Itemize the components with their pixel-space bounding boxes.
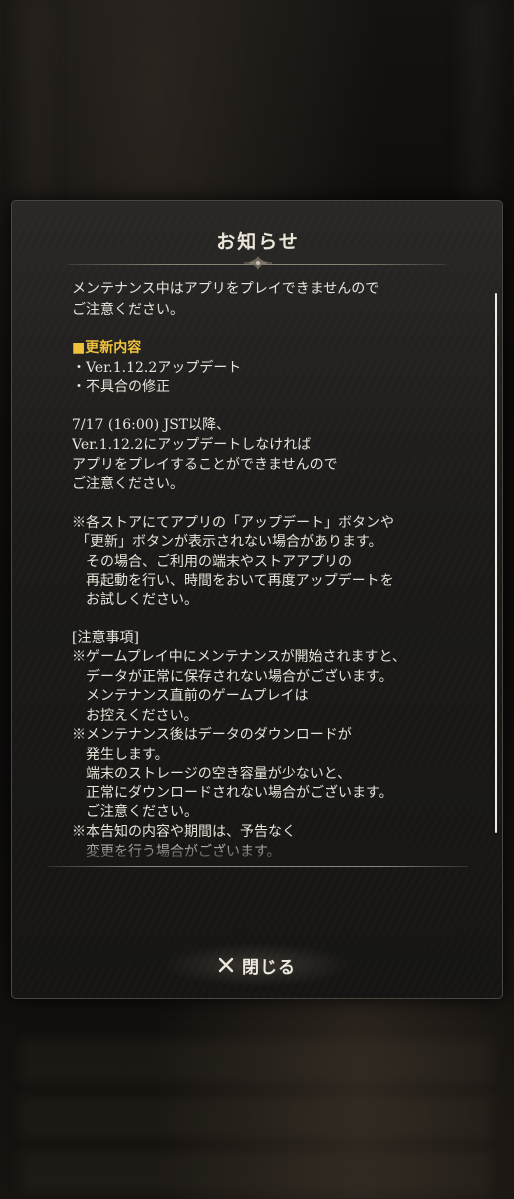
- background-list-row: [20, 1095, 490, 1139]
- notice-line: ※本告知の内容や期間は、予告なく: [72, 824, 296, 840]
- notice-line: データが正常に保存されない場合がございます。: [86, 669, 393, 685]
- close-button-label: 閉じる: [242, 957, 296, 978]
- notice-line: ご注意ください。: [72, 302, 184, 318]
- notice-line: 端末のストレージの空き容量が少ないと、: [86, 766, 352, 782]
- notice-line: ・Ver.1.12.2アップデート: [72, 360, 242, 376]
- notice-line: [注意事項]: [72, 630, 139, 646]
- notice-line: 7/17 (16:00) JST以降、: [72, 417, 231, 433]
- notice-line: ご注意ください。: [72, 476, 184, 492]
- notice-line: ・不具合の修正: [72, 379, 170, 395]
- notice-line: 変更を行う場合がございます。: [86, 844, 281, 860]
- notice-line: ※各ストアにてアプリの「アップデート」ボタンや: [72, 515, 394, 531]
- notice-line: 再起動を行い、時間をおいて再度アップデートを: [86, 573, 394, 589]
- notice-line: アプリをプレイすることができませんので: [72, 457, 338, 473]
- notice-line: お試しください。: [86, 592, 198, 608]
- notice-body[interactable]: メンテナンス中はアプリをプレイできませんので ご注意ください。 ■更新内容 ・V…: [72, 275, 488, 865]
- close-icon: [218, 957, 234, 973]
- footer-divider: [48, 866, 468, 867]
- close-button[interactable]: 閉じる: [197, 949, 317, 981]
- notice-line: 正常にダウンロードされない場合がございます。: [86, 785, 393, 801]
- dialog-title: お知らせ: [216, 231, 300, 253]
- update-heading: ■更新内容: [72, 340, 142, 356]
- background-list-row: [20, 1150, 490, 1194]
- notice-line: メンテナンス中はアプリをプレイできませんので: [72, 281, 380, 297]
- notice-line: ※ゲームプレイ中にメンテナンスが開始されますと、: [72, 649, 406, 665]
- notice-line: 「更新」ボタンが表示されない場合があります。: [76, 534, 383, 550]
- notice-line: ご注意ください。: [86, 804, 198, 820]
- notice-line: ※メンテナンス後はデータのダウンロードが: [72, 727, 352, 743]
- notice-line: その場合、ご利用の端末やストアアプリの: [86, 554, 352, 570]
- notice-line: メンテナンス直前のゲームプレイは: [86, 688, 309, 704]
- notice-line: Ver.1.12.2にアップデートしなければ: [72, 437, 312, 453]
- notice-line: 発生します。: [86, 747, 169, 763]
- notice-scrollbar[interactable]: [495, 293, 497, 833]
- ornament-divider-icon: [244, 256, 272, 270]
- notice-dialog: お知らせ メンテナンス中はアプリをプレイできませんので ご注意ください。 ■更新…: [11, 200, 503, 999]
- background-list-row: [20, 1040, 490, 1084]
- notice-line: お控えください。: [86, 708, 198, 724]
